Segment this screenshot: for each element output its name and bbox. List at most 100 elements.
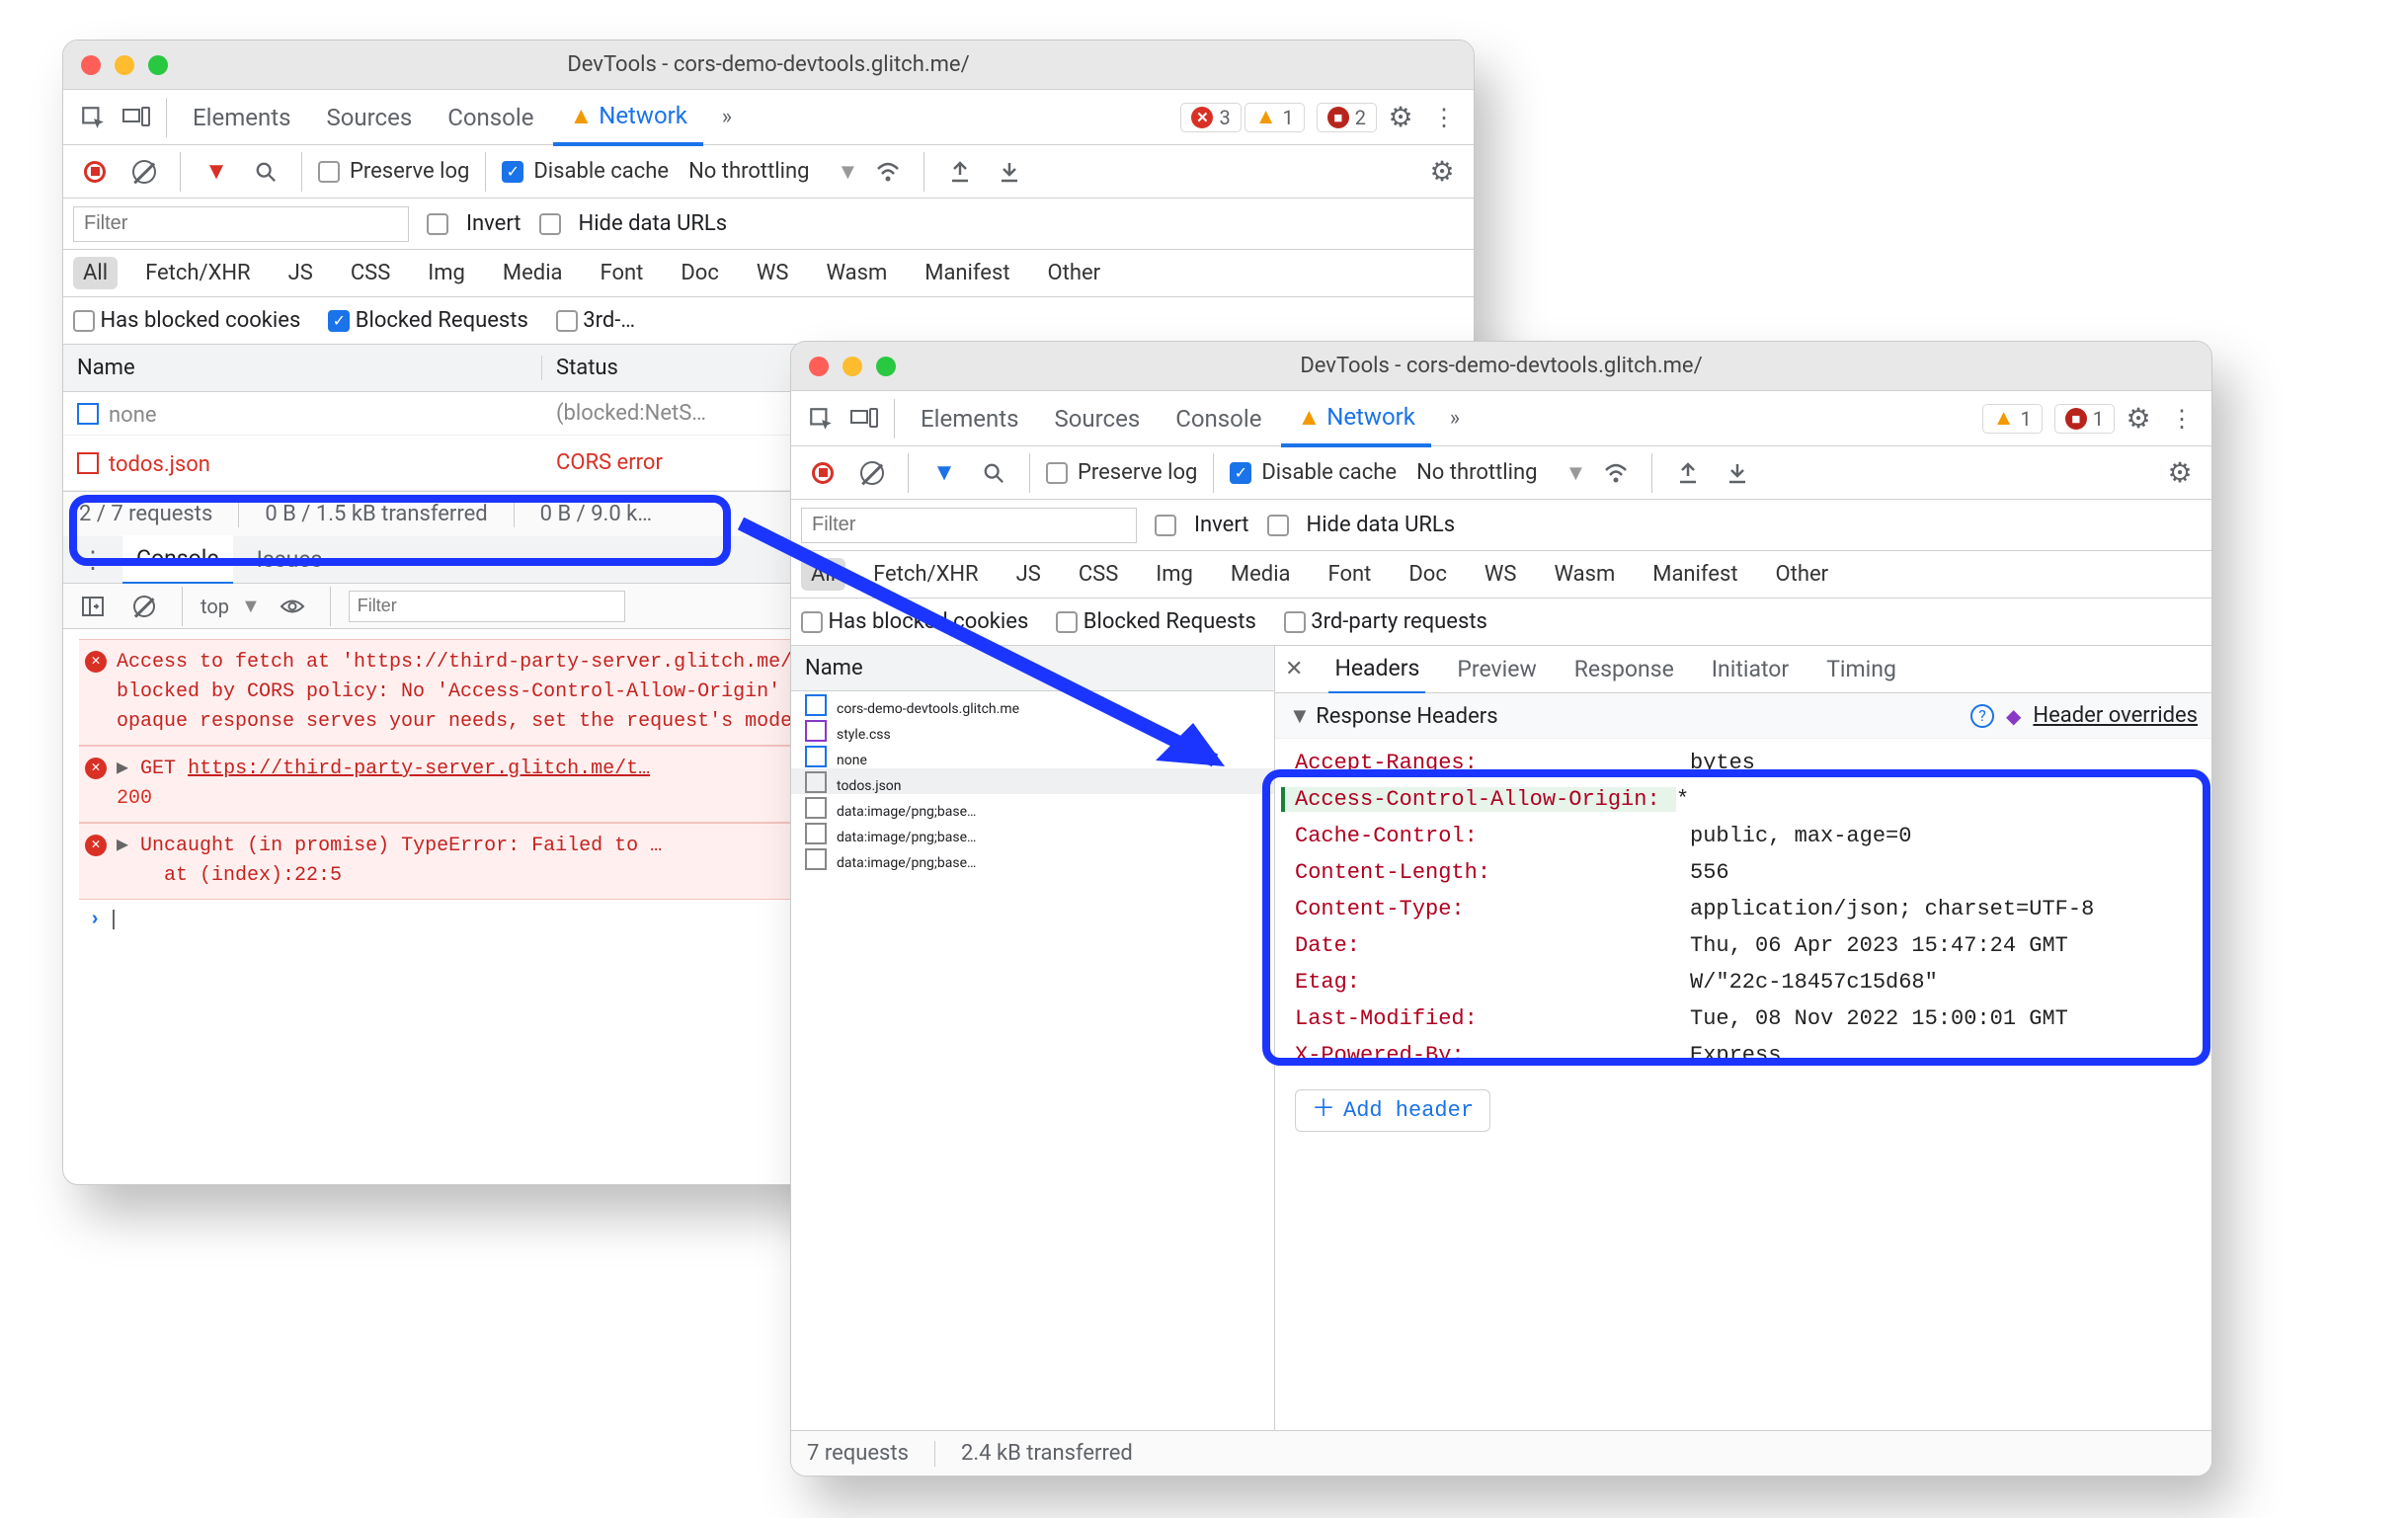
tab-sources[interactable]: Sources xyxy=(1038,393,1156,444)
chip-other[interactable]: Other xyxy=(1766,558,1839,591)
blocked-requests-checkbox[interactable] xyxy=(328,310,350,332)
chip-doc[interactable]: Doc xyxy=(1399,558,1457,591)
close-icon[interactable] xyxy=(809,357,829,376)
request-link[interactable]: https://third-party-server.glitch.me/t… xyxy=(188,758,650,780)
eye-icon[interactable] xyxy=(273,587,312,626)
help-icon[interactable]: ? xyxy=(1970,704,1994,728)
console-sidebar-icon[interactable] xyxy=(73,587,113,626)
warnings-badge[interactable]: ▲1 xyxy=(1982,404,2043,434)
blocked-requests-checkbox[interactable] xyxy=(1056,611,1078,633)
network-settings-icon[interactable]: ⚙ xyxy=(1422,152,1462,192)
header-overrides-link[interactable]: Header overrides xyxy=(2033,703,2198,728)
issues-badge[interactable]: ■2 xyxy=(1317,103,1377,132)
pt-headers[interactable]: Headers xyxy=(1328,645,1425,694)
inspect-icon[interactable] xyxy=(801,399,841,439)
chip-fetch[interactable]: Fetch/XHR xyxy=(863,558,989,591)
response-headers-section[interactable]: ▼ Response Headers ? ◆ Header overrides xyxy=(1275,693,2211,739)
request-row[interactable]: style.css xyxy=(791,717,1274,743)
preserve-log-checkbox[interactable] xyxy=(1046,462,1068,484)
filter-input[interactable] xyxy=(73,206,409,242)
pt-timing[interactable]: Timing xyxy=(1820,646,1902,692)
chip-ws[interactable]: WS xyxy=(1475,558,1527,591)
chip-fetch[interactable]: Fetch/XHR xyxy=(135,257,261,289)
invert-checkbox[interactable] xyxy=(1155,515,1176,536)
network-settings-icon[interactable]: ⚙ xyxy=(2160,453,2200,493)
add-header-button[interactable]: ＋Add header xyxy=(1295,1089,1490,1132)
more-tabs-icon[interactable]: » xyxy=(1435,399,1475,439)
drawer-tab-console[interactable]: Console xyxy=(122,535,233,585)
inspect-icon[interactable] xyxy=(73,98,113,137)
tab-console[interactable]: Console xyxy=(1160,393,1277,444)
network-conditions-icon[interactable] xyxy=(868,152,908,192)
upload-icon[interactable] xyxy=(940,152,980,192)
col-name[interactable]: Name xyxy=(63,356,542,380)
third-party-checkbox[interactable] xyxy=(556,310,578,332)
download-icon[interactable] xyxy=(990,152,1029,192)
record-icon[interactable] xyxy=(803,453,843,493)
request-row[interactable]: todos.json xyxy=(791,768,1274,794)
search-icon[interactable] xyxy=(246,152,285,192)
network-conditions-icon[interactable] xyxy=(1596,453,1636,493)
chip-img[interactable]: Img xyxy=(418,257,475,289)
hide-data-urls-checkbox[interactable] xyxy=(539,213,561,235)
pt-preview[interactable]: Preview xyxy=(1451,646,1542,692)
blocked-cookies-checkbox[interactable] xyxy=(73,310,95,332)
filter-icon[interactable]: ▼ xyxy=(924,453,964,493)
pt-initiator[interactable]: Initiator xyxy=(1706,646,1795,692)
col-name[interactable]: Name xyxy=(805,656,863,680)
record-icon[interactable] xyxy=(75,152,115,192)
minimize-icon[interactable] xyxy=(115,55,134,75)
chip-img[interactable]: Img xyxy=(1146,558,1203,591)
chip-font[interactable]: Font xyxy=(1319,558,1382,591)
chip-js[interactable]: JS xyxy=(1006,558,1051,591)
disable-cache-checkbox[interactable] xyxy=(1230,462,1251,484)
console-filter-input[interactable] xyxy=(349,591,625,622)
tab-network[interactable]: ▲Network xyxy=(553,90,702,146)
device-icon[interactable] xyxy=(844,399,884,439)
chip-font[interactable]: Font xyxy=(591,257,654,289)
request-row[interactable]: data:image/png;base… xyxy=(791,794,1274,820)
filter-input[interactable] xyxy=(801,508,1137,543)
throttling-select[interactable]: No throttling xyxy=(1416,460,1537,485)
search-icon[interactable] xyxy=(974,453,1013,493)
tab-elements[interactable]: Elements xyxy=(905,393,1034,444)
close-icon[interactable] xyxy=(81,55,101,75)
chevron-down-icon[interactable]: ▼ xyxy=(241,594,261,618)
chip-ws[interactable]: WS xyxy=(747,257,799,289)
chip-all[interactable]: All xyxy=(73,257,118,289)
errors-badge[interactable]: ✕3 xyxy=(1180,103,1241,132)
issues-badge[interactable]: ■1 xyxy=(2054,404,2115,434)
request-row[interactable]: none xyxy=(791,743,1274,768)
chip-doc[interactable]: Doc xyxy=(671,257,729,289)
preserve-log-checkbox[interactable] xyxy=(318,161,340,183)
tab-console[interactable]: Console xyxy=(432,92,549,143)
request-row[interactable]: data:image/png;base… xyxy=(791,820,1274,845)
upload-icon[interactable] xyxy=(1668,453,1708,493)
tab-elements[interactable]: Elements xyxy=(177,92,306,143)
request-row[interactable]: cors-demo-devtools.glitch.me xyxy=(791,691,1274,717)
chip-all[interactable]: All xyxy=(801,558,845,591)
throttling-select[interactable]: No throttling xyxy=(688,159,809,184)
chip-css[interactable]: CSS xyxy=(1069,558,1128,591)
close-panel-icon[interactable]: ✕ xyxy=(1285,657,1303,681)
throttling-chevron-icon[interactable]: ▼ xyxy=(837,159,858,185)
kebab-icon[interactable]: ⋮ xyxy=(2162,399,2202,439)
hide-data-urls-checkbox[interactable] xyxy=(1267,515,1289,536)
kebab-icon[interactable]: ⋮ xyxy=(1424,98,1464,137)
blocked-cookies-checkbox[interactable] xyxy=(801,611,823,633)
clear-icon[interactable] xyxy=(124,152,164,192)
tab-network[interactable]: ▲Network xyxy=(1281,391,1430,447)
context-select[interactable]: top xyxy=(201,595,229,618)
invert-checkbox[interactable] xyxy=(427,213,448,235)
filter-icon[interactable]: ▼ xyxy=(197,152,236,192)
pt-response[interactable]: Response xyxy=(1568,646,1680,692)
chip-other[interactable]: Other xyxy=(1038,257,1111,289)
settings-icon[interactable]: ⚙ xyxy=(1381,98,1420,137)
third-party-checkbox[interactable] xyxy=(1284,611,1306,633)
maximize-icon[interactable] xyxy=(876,357,896,376)
tab-sources[interactable]: Sources xyxy=(310,92,428,143)
minimize-icon[interactable] xyxy=(843,357,862,376)
chip-media[interactable]: Media xyxy=(493,257,573,289)
device-icon[interactable] xyxy=(117,98,156,137)
clear-icon[interactable] xyxy=(852,453,892,493)
